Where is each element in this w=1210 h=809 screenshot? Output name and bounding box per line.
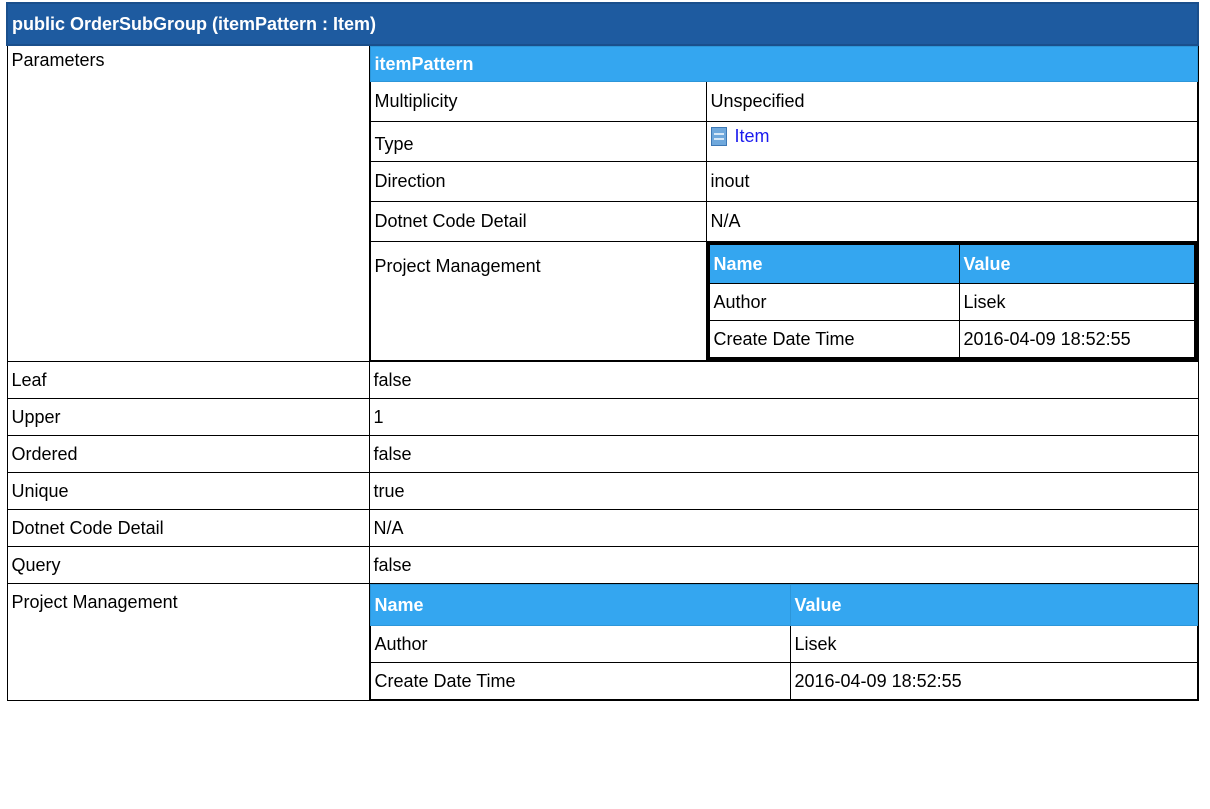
param-pm-name: Author [707,283,960,321]
property-value: N/A [368,509,1199,547]
operation-title: public OrderSubGroup (itemPattern : Item… [6,2,1199,46]
project-management-label-cell: Project Management [6,583,370,701]
param-pm-table: Name Value Author Lisek Create Date Time… [706,242,1197,360]
param-row-direction: Direction inout [369,161,1198,202]
param-pm-cell: Name Value Author Lisek Create Date Time… [705,241,1198,361]
param-value-type-cell: Item [705,121,1198,162]
property-row-query: Query false [6,546,1199,584]
parameters-label-cell: Parameters [6,44,370,362]
property-value: 1 [368,398,1199,436]
param-value-multiplicity: Unspecified [705,81,1198,122]
pm-value: Lisek [789,625,1198,663]
property-row-dotnet: Dotnet Code Detail N/A [6,509,1199,547]
pm-header-value: Value [789,584,1198,626]
param-pm-name: Create Date Time [707,320,960,359]
project-management-table: Name Value Author Lisek Create Date Time… [369,584,1198,700]
property-value: false [368,361,1199,399]
pm-value: 2016-04-09 18:52:55 [789,662,1198,700]
operation-table: public OrderSubGroup (itemPattern : Item… [6,2,1199,701]
param-row-type: Type Item [369,121,1198,162]
type-link-item[interactable]: Item [710,126,770,147]
property-label: Upper [6,398,370,436]
param-pm-value: Lisek [958,283,1196,321]
pm-header-name: Name [369,584,791,626]
param-label-project-management: Project Management [369,241,707,361]
param-value-direction: inout [705,161,1198,202]
property-label: Query [6,546,370,584]
class-icon [710,127,727,146]
param-pm-header-name: Name [707,243,960,284]
property-label: Dotnet Code Detail [6,509,370,547]
property-row-leaf: Leaf false [6,361,1199,399]
pm-name: Create Date Time [369,662,791,700]
parameter-name-header: itemPattern [369,46,1198,82]
type-link-label: Item [734,126,770,146]
param-row-project-management: Project Management Name Value Author Lis… [369,241,1198,361]
param-pm-row: Create Date Time 2016-04-09 18:52:55 [707,320,1196,359]
param-pm-value: 2016-04-09 18:52:55 [958,320,1196,359]
parameter-table: itemPattern Multiplicity Unspecified Typ… [369,46,1198,361]
pm-row: Author Lisek [369,625,1198,663]
pm-name: Author [369,625,791,663]
parameters-label: Parameters [11,49,105,70]
parameters-cell: itemPattern Multiplicity Unspecified Typ… [368,44,1199,362]
property-label: Leaf [6,361,370,399]
param-label-direction: Direction [369,161,707,202]
param-label-type: Type [369,121,707,162]
property-value: false [368,435,1199,473]
property-value: true [368,472,1199,510]
project-management-row: Project Management Name Value Author Lis… [6,583,1199,701]
property-row-ordered: Ordered false [6,435,1199,473]
param-value-dotnet: N/A [705,201,1198,242]
param-pm-row: Author Lisek [707,283,1196,321]
property-row-unique: Unique true [6,472,1199,510]
param-label-dotnet: Dotnet Code Detail [369,201,707,242]
property-row-upper: Upper 1 [6,398,1199,436]
param-label-multiplicity: Multiplicity [369,81,707,122]
property-label: Unique [6,472,370,510]
operation-title-text: public OrderSubGroup (itemPattern : Item… [12,13,377,34]
parameter-name: itemPattern [374,53,474,74]
param-row-multiplicity: Multiplicity Unspecified [369,81,1198,122]
property-label: Ordered [6,435,370,473]
param-row-dotnet: Dotnet Code Detail N/A [369,201,1198,242]
project-management-cell: Name Value Author Lisek Create Date Time… [368,583,1199,701]
param-pm-header-value: Value [958,243,1196,284]
pm-row: Create Date Time 2016-04-09 18:52:55 [369,662,1198,700]
property-value: false [368,546,1199,584]
project-management-label: Project Management [11,591,178,612]
